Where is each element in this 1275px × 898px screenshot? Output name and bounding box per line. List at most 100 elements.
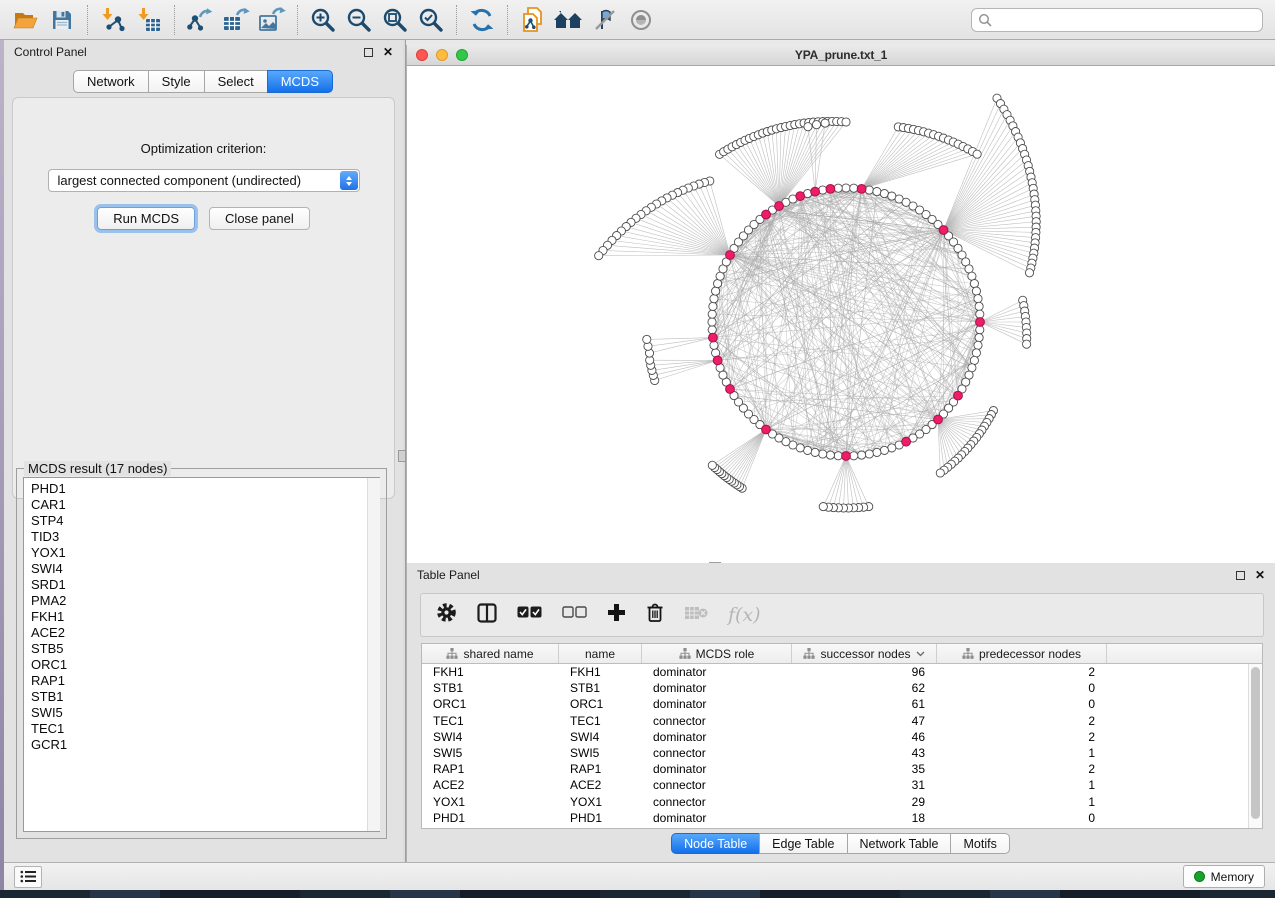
table-row[interactable]: FKH1FKH1dominator962 [422,664,1248,680]
table-row[interactable]: STB1STB1dominator620 [422,680,1248,696]
tab-mcds[interactable]: MCDS [267,70,333,93]
network-canvas[interactable] [407,66,1275,562]
hide-selected-button[interactable] [587,4,623,36]
import-network-button[interactable] [95,4,131,36]
list-item[interactable]: ORC1 [31,657,379,673]
column-header[interactable]: shared name [422,644,559,663]
column-header[interactable]: name [559,644,642,663]
export-network-button[interactable] [182,4,218,36]
list-item[interactable]: CAR1 [31,497,379,513]
column-header[interactable]: MCDS role [642,644,792,663]
import-network-icon [100,7,126,33]
close-panel-icon[interactable]: ✕ [383,47,393,57]
list-item[interactable]: RAP1 [31,673,379,689]
list-item[interactable]: YOX1 [31,545,379,561]
zoom-out-button[interactable] [341,4,377,36]
vertical-splitter-handle[interactable] [398,450,406,462]
hierarchy-icon [679,648,691,659]
deselect-all-button[interactable] [562,606,587,624]
table-cell: connector [642,795,792,809]
list-item[interactable]: GCR1 [31,737,379,753]
control-panel-tabs: Network Style Select MCDS [4,70,403,93]
tab-network-table[interactable]: Network Table [847,833,952,854]
table-cell: 2 [937,762,1107,776]
export-table-button[interactable] [218,4,254,36]
table-row[interactable]: RAP1RAP1dominator352 [422,761,1248,777]
table-row[interactable]: ORC1ORC1dominator610 [422,696,1248,712]
column-view-button[interactable] [477,603,497,628]
table-row[interactable]: PHD1PHD1dominator180 [422,810,1248,826]
list-item[interactable]: FKH1 [31,609,379,625]
import-table-button[interactable] [131,4,167,36]
mcds-list-scrollbar[interactable] [367,478,380,831]
import-table-icon [136,7,162,33]
table-settings-button[interactable] [436,602,457,628]
list-item[interactable]: STB5 [31,641,379,657]
delete-column-button[interactable] [646,602,664,628]
table-row[interactable]: SWI5SWI5connector431 [422,745,1248,761]
list-item[interactable]: STP4 [31,513,379,529]
tab-edge-table[interactable]: Edge Table [759,833,847,854]
zoom-selected-button[interactable] [413,4,449,36]
tab-node-table[interactable]: Node Table [671,833,760,854]
add-column-button[interactable] [607,603,626,627]
zoom-fit-button[interactable] [377,4,413,36]
network-window-titlebar[interactable]: YPA_prune.txt_1 [407,45,1275,66]
optimization-criterion-select[interactable]: largest connected component (undirected) [48,169,360,192]
close-panel-icon[interactable]: ✕ [1255,570,1265,580]
tab-select[interactable]: Select [204,70,268,93]
sort-chevron-icon [916,651,925,657]
open-button[interactable] [8,4,44,36]
toolbar-separator [174,5,175,35]
list-item[interactable]: TID3 [31,529,379,545]
list-item[interactable]: SRD1 [31,577,379,593]
zoom-in-button[interactable] [305,4,341,36]
show-all-button[interactable] [623,4,659,36]
list-item[interactable]: PHD1 [31,481,379,497]
table-row[interactable]: YOX1YOX1connector291 [422,794,1248,810]
node-table: shared namename MCDS role successor node… [421,643,1263,829]
memory-button[interactable]: Memory [1183,865,1265,888]
list-item[interactable]: TEC1 [31,721,379,737]
list-item[interactable]: STB1 [31,689,379,705]
clone-network-button[interactable] [515,4,551,36]
column-header[interactable]: successor nodes [792,644,937,663]
save-session-button[interactable] [44,4,80,36]
table-cell: 2 [937,665,1107,679]
show-all-eye-icon [627,8,655,32]
column-header[interactable]: predecessor nodes [937,644,1107,663]
list-item[interactable]: SWI5 [31,705,379,721]
list-item[interactable]: SWI4 [31,561,379,577]
minimize-window-icon[interactable] [436,49,448,61]
mcds-result-list[interactable]: PHD1CAR1STP4TID3YOX1SWI4SRD1PMA2FKH1ACE2… [23,477,380,832]
float-panel-icon[interactable] [1236,571,1245,580]
table-scrollbar[interactable] [1248,664,1262,828]
table-cell: 35 [792,762,937,776]
tab-network[interactable]: Network [73,70,149,93]
table-row[interactable]: SWI4SWI4dominator462 [422,729,1248,745]
delete-table-button [684,605,708,626]
tab-motifs[interactable]: Motifs [950,833,1009,854]
close-panel-button[interactable]: Close panel [209,207,310,230]
first-neighbors-button[interactable] [551,4,587,36]
table-cell: connector [642,714,792,728]
maximize-window-icon[interactable] [456,49,468,61]
table-cell: dominator [642,681,792,695]
gear-icon [436,602,457,623]
search-input[interactable] [971,8,1263,32]
close-window-icon[interactable] [416,49,428,61]
list-item[interactable]: PMA2 [31,593,379,609]
table-row[interactable]: TEC1TEC1connector472 [422,713,1248,729]
table-cell: 96 [792,665,937,679]
run-mcds-button[interactable]: Run MCDS [97,207,195,230]
list-item[interactable]: ACE2 [31,625,379,641]
table-scrollbar-thumb[interactable] [1251,667,1260,819]
tab-style[interactable]: Style [148,70,205,93]
table-cell: 47 [792,714,937,728]
select-all-button[interactable] [517,606,542,624]
task-history-button[interactable] [14,866,42,888]
export-image-button[interactable] [254,4,290,36]
table-row[interactable]: ACE2ACE2connector311 [422,777,1248,793]
refresh-layout-button[interactable] [464,4,500,36]
float-panel-icon[interactable] [364,48,373,57]
